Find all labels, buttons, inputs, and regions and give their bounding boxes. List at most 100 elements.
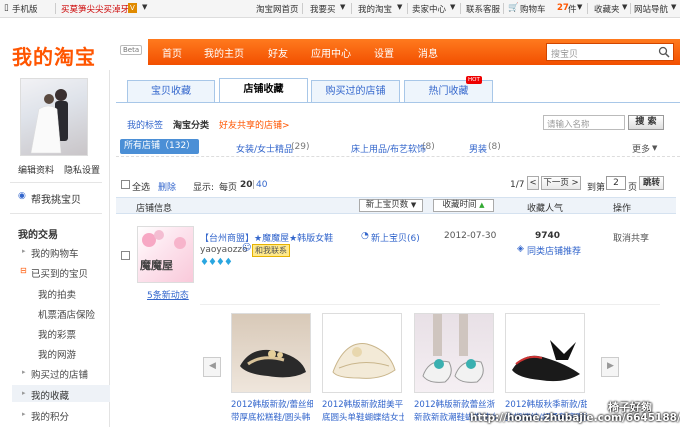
credit-diamond-icon: ♦♦♦♦ [200, 257, 233, 268]
contact-button[interactable]: 和我联系 [252, 244, 290, 257]
row-checkbox[interactable] [121, 251, 130, 260]
nav-friends[interactable]: 好友 [268, 45, 288, 60]
display-label: 显示: [193, 183, 215, 193]
chevron-down-icon[interactable]: ▼ [142, 3, 147, 11]
search-icon[interactable] [658, 46, 670, 58]
help-pick-link[interactable]: 帮我挑宝贝 [31, 191, 81, 206]
prev-page-button[interactable]: < [527, 176, 539, 190]
watermark-url: http://home.zhubajie.com/6645188/ [470, 412, 680, 424]
nav-my-page[interactable]: 我的主页 [204, 45, 244, 60]
per-page-label: 每页 [219, 183, 238, 193]
more-cats-link[interactable]: 更多 [632, 142, 650, 155]
nav-messages[interactable]: 消息 [418, 45, 438, 60]
select-all-checkbox[interactable] [121, 180, 130, 189]
goto-label: 到第 [587, 183, 606, 193]
product-title[interactable]: 带厚底松糕鞋/圆头韩 [231, 411, 313, 425]
promo-badge-icon: V [128, 3, 137, 13]
taobao-home-link[interactable]: 淘宝网首页 [256, 3, 299, 15]
cat-womens[interactable]: 女装/女士精品 [236, 142, 293, 155]
nav-settings[interactable]: 设置 [374, 45, 394, 60]
nav-home[interactable]: 首页 [162, 45, 182, 60]
sidebar-item-favorites[interactable]: 我的收藏 [31, 388, 69, 402]
my-taobao-menu[interactable]: 我的淘宝 [358, 3, 392, 15]
collapse-icon[interactable]: ⊟ [20, 266, 27, 275]
friends-shared-link[interactable]: 好友共享的店铺> [219, 118, 290, 131]
new-items-link[interactable]: 新上宝贝(6) [371, 231, 420, 244]
clock-icon: ◔ [361, 231, 369, 241]
sidebar-item-auction[interactable]: 我的拍卖 [38, 287, 76, 301]
privacy-link[interactable]: 隐私设置 [64, 163, 100, 176]
page-number-input[interactable]: 2 [606, 176, 626, 190]
shop-name-link[interactable]: 【台州商盟】★魔魔屋★韩版女鞋 [200, 231, 333, 244]
avatar[interactable] [20, 78, 88, 156]
favorites-menu[interactable]: 收藏夹 [594, 3, 620, 15]
edit-profile-link[interactable]: 编辑资料 [18, 163, 54, 176]
product-image[interactable] [505, 313, 585, 393]
shop-search-button[interactable]: 搜 索 [628, 115, 664, 130]
nav-apps[interactable]: 应用中心 [311, 45, 351, 60]
chevron-left-icon: ◀ [209, 361, 216, 371]
col-ops: 操作 [613, 204, 632, 214]
my-tags-link[interactable]: 我的标签 [127, 118, 163, 131]
cart-link[interactable]: 购物车 [520, 3, 546, 15]
product-image[interactable] [322, 313, 402, 393]
seller-center-menu[interactable]: 卖家中心 [412, 3, 446, 15]
sort-fav-time-button[interactable]: 收藏时间 ▲ [433, 199, 494, 212]
product-image[interactable] [414, 313, 494, 393]
mobile-link[interactable]: 手机版 [12, 3, 38, 15]
tab-item-favorites[interactable]: 宝贝收藏 [127, 80, 215, 102]
header-search-input[interactable]: 搜宝贝 [546, 43, 674, 61]
cart-unit: 件 [568, 5, 577, 15]
shop-search-input[interactable]: 请输入名称 [543, 115, 625, 130]
shop-owner[interactable]: yaoyaozzo [200, 245, 248, 255]
cancel-share-link[interactable]: 取消共享 [613, 231, 649, 244]
cat-mens[interactable]: 男装 [469, 142, 487, 155]
product-title[interactable]: 底圆头单鞋蝴蝶结女士 [322, 411, 404, 425]
sidebar-item-bought[interactable]: 已买到的宝贝 [31, 266, 88, 280]
cat-bedding-count: (8) [422, 142, 435, 152]
next-page-button[interactable]: 下一页 > [541, 176, 581, 190]
chevron-right-icon: ▸ [22, 247, 26, 255]
sidebar-item-lottery[interactable]: 我的彩票 [38, 327, 76, 341]
cat-mens-count: (8) [488, 142, 501, 152]
tab-bought-shops[interactable]: 购买过的店铺 [311, 80, 400, 102]
delete-link[interactable]: 删除 [158, 180, 176, 193]
product-title[interactable]: 2012韩版新款/蕾丝细 [231, 398, 313, 412]
taobao-cat-link[interactable]: 淘宝分类 [173, 118, 209, 131]
col-shop-info: 店铺信息 [136, 204, 173, 214]
all-shops-filter[interactable]: 所有店铺（132） [120, 139, 200, 154]
chevron-down-icon: ▼ [340, 3, 346, 11]
sidebar-item-cart[interactable]: 我的购物车 [31, 246, 79, 260]
cat-womens-count: (29) [291, 142, 310, 152]
sidebar-item-games[interactable]: 我的网游 [38, 347, 76, 361]
chevron-down-icon: ▼ [671, 3, 677, 11]
page-size-40[interactable]: 40 [256, 180, 267, 190]
sidebar-item-points[interactable]: 我的积分 [31, 409, 69, 423]
carousel-next-button[interactable]: ▶ [601, 357, 619, 377]
product-title[interactable]: 2012韩版新款甜美平 [322, 398, 404, 412]
sidebar-item-bought-shops[interactable]: 购买过的店铺 [31, 367, 88, 381]
promo-link[interactable]: 买莫笋尖尖买淖牙 [61, 3, 129, 15]
recommend-link[interactable]: 同类店铺推荐 [527, 244, 581, 257]
page-size-20[interactable]: 20 [240, 180, 253, 190]
support-link[interactable]: 联系客服 [466, 3, 500, 15]
cart-icon[interactable]: 🛒 [508, 3, 519, 13]
jump-button[interactable]: 跳转 [639, 176, 664, 190]
cat-bedding[interactable]: 床上用品/布艺软饰 [351, 142, 426, 155]
tab-shop-favorites[interactable]: 店铺收藏 [219, 78, 308, 102]
chevron-down-icon: ▼ [622, 3, 628, 11]
page-logo[interactable]: 我的淘宝 [12, 41, 96, 70]
product-title[interactable]: 2012韩版秋季新款/甜 [505, 398, 587, 412]
sitemap-menu[interactable]: 网站导航 [634, 3, 668, 15]
shop-logo[interactable]: 魔魔屋 [137, 226, 194, 283]
carousel-prev-button[interactable]: ◀ [203, 357, 221, 377]
buy-menu[interactable]: 我要买 [310, 3, 336, 15]
product-title[interactable]: 2012韩版新款蕾丝浙 [414, 398, 496, 412]
sidebar-item-travel[interactable]: 机票酒店保险 [38, 307, 95, 321]
product-image[interactable] [231, 313, 311, 393]
news-link[interactable]: 5条新动态 [147, 288, 189, 301]
col-popularity: 收藏人气 [527, 204, 564, 214]
sort-new-items-button[interactable]: 新上宝贝数 ▼ [359, 199, 423, 212]
chevron-down-icon: ▼ [450, 3, 456, 11]
beta-badge: Beta [120, 45, 143, 55]
